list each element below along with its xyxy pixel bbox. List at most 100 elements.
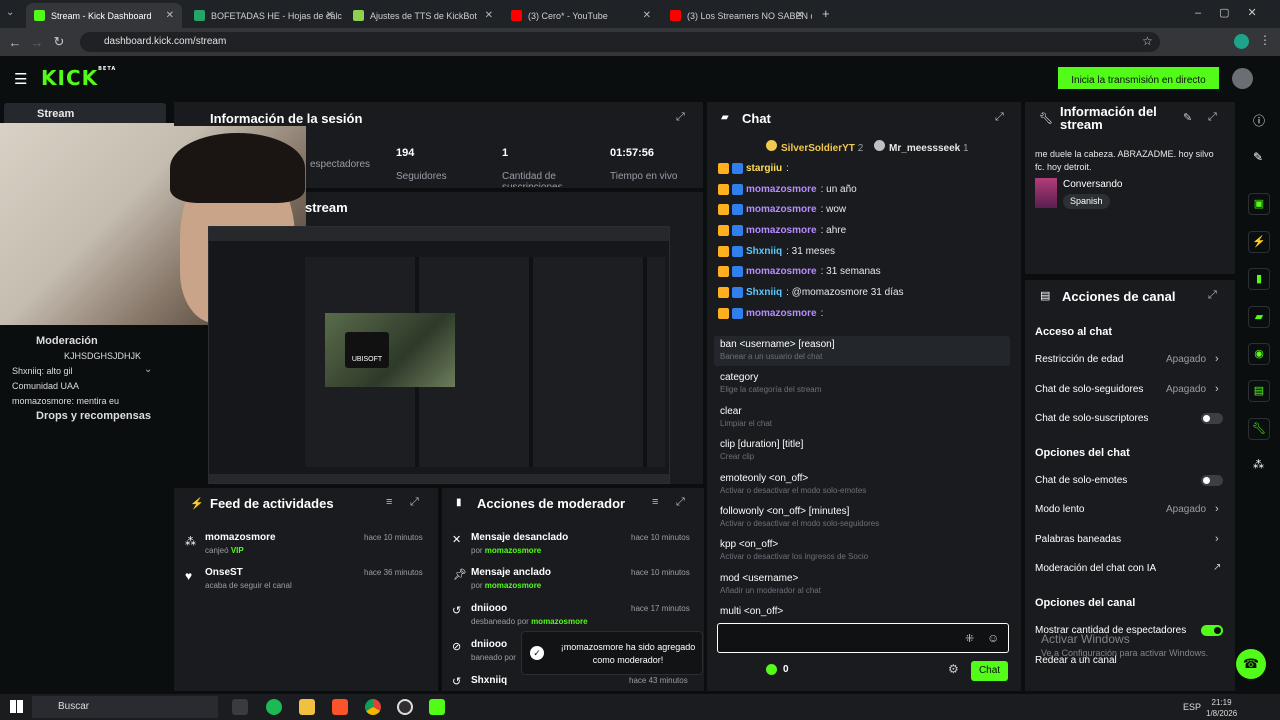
profile-avatar[interactable]: [1234, 34, 1249, 49]
expand-icon[interactable]: ⤢: [1208, 289, 1217, 302]
tab-sheets[interactable]: BOFETADAS HE - Hojas de cálc ✕: [186, 3, 342, 28]
chrome-icon[interactable]: [365, 699, 381, 715]
row-age-restriction[interactable]: Restricción de edad: [1035, 354, 1123, 365]
chat-username[interactable]: momazosmore: [746, 204, 817, 215]
chat-username[interactable]: stargiiu: [746, 163, 782, 174]
rail-trash-icon[interactable]: ▮: [1248, 268, 1270, 290]
emote-picker-icon[interactable]: ⁜: [965, 632, 974, 645]
go-live-button[interactable]: Inicia la transmisión en directo: [1058, 67, 1219, 89]
send-chat-button[interactable]: Chat: [971, 661, 1008, 681]
window-controls[interactable]: –▢✕: [1195, 6, 1275, 19]
subs-only-toggle[interactable]: [1201, 413, 1223, 424]
sidebar-line[interactable]: Moderación: [4, 334, 164, 349]
expand-icon[interactable]: ⤢: [1208, 111, 1217, 124]
sidebar-line[interactable]: Drops y recompensas: [4, 409, 164, 424]
brave-icon[interactable]: [332, 699, 348, 715]
chat-username[interactable]: Shxniiq: [746, 246, 782, 257]
chevron-right-icon[interactable]: ›: [1215, 533, 1219, 545]
close-tab-icon[interactable]: ✕: [166, 10, 174, 21]
new-tab-icon[interactable]: +: [822, 6, 830, 21]
bookmark-star-icon[interactable]: ☆: [1142, 34, 1153, 48]
chat-command-option[interactable]: mod <username> Añadir un moderador al cha…: [720, 573, 821, 595]
category-name[interactable]: Conversando: [1063, 179, 1122, 190]
rail-screen-icon[interactable]: ▣: [1248, 193, 1270, 215]
chat-username[interactable]: Shxniiq: [746, 287, 782, 298]
taskbar-clock[interactable]: 21:19 1/8/2026: [1206, 697, 1237, 719]
forward-icon[interactable]: →: [26, 35, 48, 50]
external-link-icon[interactable]: ↗: [1213, 562, 1221, 573]
menu-dots-icon[interactable]: ⋮: [1259, 33, 1271, 47]
rail-bolt-icon[interactable]: ⚡: [1248, 231, 1270, 253]
chat-command-option[interactable]: followonly <on_off> [minutes] Activar o d…: [720, 506, 879, 528]
info-icon[interactable]: ⓘ: [1253, 112, 1265, 129]
chat-message[interactable]: momazosmore: 31 semanas: [718, 266, 881, 277]
expand-icon[interactable]: ⤢: [676, 496, 685, 509]
chat-command-option[interactable]: category Elige la categoría del stream: [720, 372, 821, 394]
task-view-icon[interactable]: [232, 699, 248, 715]
chat-settings-icon[interactable]: ⚙: [948, 662, 959, 676]
tab-kickbot[interactable]: Ajustes de TTS de KickBot ✕: [345, 3, 501, 28]
chevron-down-icon[interactable]: ⌄: [144, 364, 152, 375]
feed-item[interactable]: OnseST acaba de seguir el canal: [205, 567, 292, 590]
obs-icon[interactable]: [397, 699, 413, 715]
rail-chat-icon[interactable]: ▰: [1248, 306, 1270, 328]
rail-share-icon[interactable]: ⁂: [1253, 458, 1264, 471]
chevron-right-icon[interactable]: ›: [1215, 503, 1219, 515]
gifter-2-name[interactable]: Mr_meessseek: [889, 143, 960, 154]
file-explorer-icon[interactable]: [299, 699, 315, 715]
chevron-right-icon[interactable]: ›: [1215, 353, 1219, 365]
taskbar-search[interactable]: Buscar: [32, 696, 218, 718]
chat-command-option[interactable]: clip [duration] [title] Crear clip: [720, 439, 803, 461]
chat-message[interactable]: Shxniiq: 31 meses: [718, 246, 835, 257]
chat-username[interactable]: momazosmore: [746, 308, 817, 319]
expand-icon[interactable]: ⤢: [676, 111, 685, 124]
smile-icon[interactable]: ☺: [987, 631, 999, 645]
kick-logo[interactable]: KICKBETA: [41, 66, 116, 90]
sidebar-line[interactable]: Comunidad UAA: [4, 379, 164, 394]
mod-action-item[interactable]: Mensaje desanclado por momazosmore: [471, 532, 568, 555]
mod-action-item[interactable]: dniiooo desbaneado por momazosmore: [471, 603, 588, 626]
mod-action-item[interactable]: Mensaje anclado por momazosmore: [471, 567, 551, 590]
chat-message[interactable]: stargiiu:: [718, 163, 789, 174]
row-slow-mode[interactable]: Modo lento: [1035, 504, 1084, 515]
chat-command-option[interactable]: clear Limpiar el chat: [720, 406, 772, 428]
chat-command-option[interactable]: multi <on_off>: [720, 606, 783, 619]
rail-list-icon[interactable]: ▤: [1248, 380, 1270, 402]
tab-kick-dashboard[interactable]: Stream - Kick Dashboard ✕: [26, 3, 182, 28]
filter-icon[interactable]: ≡: [386, 496, 392, 508]
windows-start-icon[interactable]: [10, 700, 23, 713]
rail-broadcast-icon[interactable]: ◉: [1248, 343, 1270, 365]
row-followers-only[interactable]: Chat de solo-seguidores: [1035, 384, 1143, 395]
tab-search-icon[interactable]: ⌄: [6, 7, 20, 21]
row-ai-moderation[interactable]: Moderación del chat con IA: [1035, 563, 1156, 574]
close-tab-icon[interactable]: ✕: [485, 10, 493, 21]
sidebar-item-stream[interactable]: Stream: [4, 103, 166, 125]
chat-message[interactable]: Shxniiq: @momazosmore 31 días: [718, 287, 904, 298]
kick-taskbar-icon[interactable]: [429, 699, 445, 715]
spotify-icon[interactable]: [266, 699, 282, 715]
url-field[interactable]: dashboard.kick.com/stream: [80, 32, 1160, 52]
chat-username[interactable]: momazosmore: [746, 225, 817, 236]
stream-preview-video[interactable]: UBISOFT: [208, 226, 670, 484]
close-tab-icon[interactable]: ✕: [643, 10, 651, 21]
chat-username[interactable]: momazosmore: [746, 184, 817, 195]
chat-command-option[interactable]: ban <username> [reason] Banear a un usuar…: [720, 339, 835, 361]
reload-icon[interactable]: ↻: [48, 34, 70, 50]
chat-command-option[interactable]: emoteonly <on_off> Activar o desactivar e…: [720, 473, 866, 495]
taskbar-lang[interactable]: ESP: [1183, 702, 1201, 712]
pencil-icon[interactable]: ✎: [1253, 150, 1263, 164]
chat-message[interactable]: momazosmore: ahre: [718, 225, 846, 236]
hamburger-menu-icon[interactable]: ☰: [14, 70, 27, 88]
emotes-only-toggle[interactable]: [1201, 475, 1223, 486]
edit-icon[interactable]: ✎: [1183, 111, 1192, 124]
feed-item[interactable]: momazosmore canjeó VIP: [205, 532, 276, 555]
rail-wrench-icon[interactable]: 🔧︎: [1248, 418, 1270, 440]
close-tab-icon[interactable]: ✕: [796, 10, 804, 21]
expand-icon[interactable]: ⤢: [410, 496, 419, 509]
support-button[interactable]: ☎: [1236, 649, 1266, 679]
mod-action-item[interactable]: Shxniiq: [471, 675, 507, 686]
chevron-right-icon[interactable]: ›: [1215, 383, 1219, 395]
chat-message[interactable]: momazosmore:: [718, 308, 823, 319]
tab-youtube-2[interactable]: (3) Los Streamers NO SABEN d ✕: [662, 3, 812, 28]
chat-message[interactable]: momazosmore: un año: [718, 184, 857, 195]
